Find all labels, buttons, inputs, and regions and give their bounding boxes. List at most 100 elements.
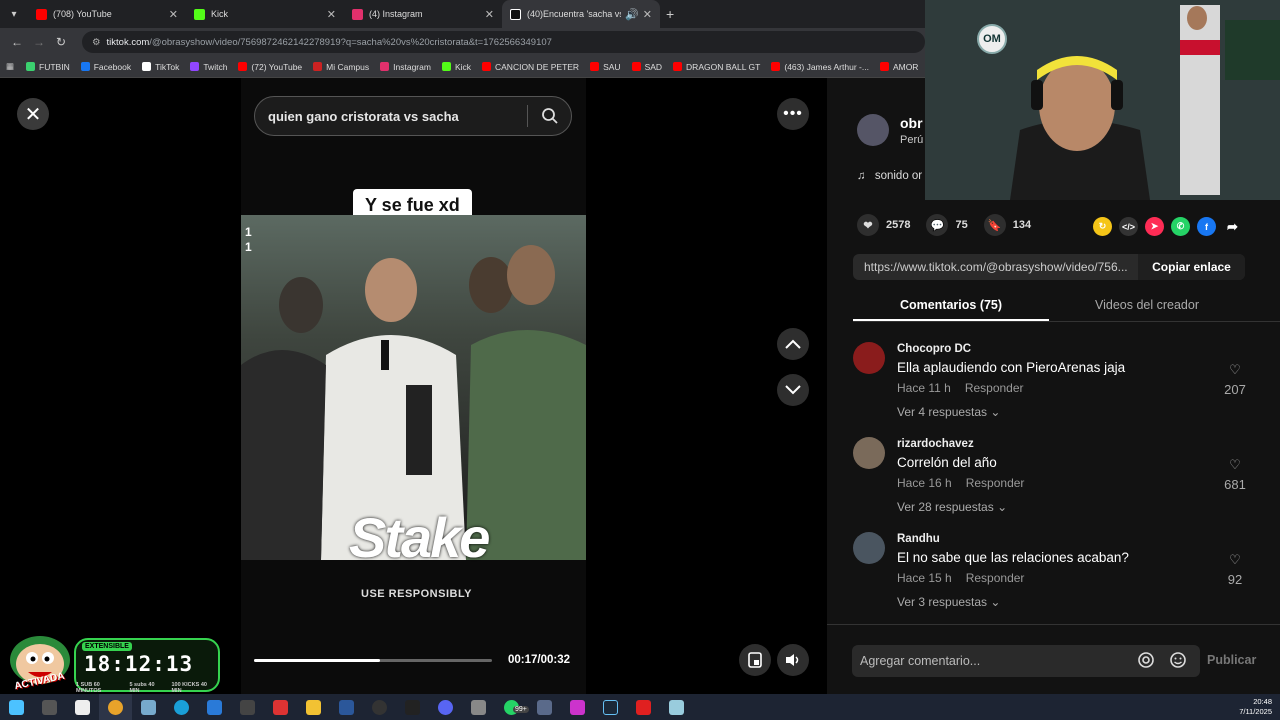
taskbar-app[interactable]	[594, 694, 627, 720]
bookmark-item[interactable]: Kick	[441, 62, 471, 72]
bookmark-item[interactable]: DRAGON BALL GT	[673, 62, 760, 72]
send-icon[interactable]: ➤	[1145, 217, 1164, 236]
taskbar-app[interactable]	[660, 694, 693, 720]
close-tab-icon[interactable]: ✕	[327, 8, 336, 21]
more-options-button[interactable]: •••	[777, 98, 809, 130]
reply-button[interactable]: Responder	[966, 571, 1025, 585]
system-clock[interactable]: 20:48 7/11/2025	[1239, 697, 1272, 717]
taskbar-app[interactable]	[297, 694, 330, 720]
url-input[interactable]: ⚙ tiktok.com/@obrasyshow/video/756987246…	[82, 31, 925, 53]
next-video-button[interactable]	[777, 374, 809, 406]
taskbar-app[interactable]	[330, 694, 363, 720]
overlay-badge: EXTENSIBLE	[82, 642, 132, 651]
search-input[interactable]: quien gano cristorata vs sacha	[254, 96, 572, 136]
apps-grid-icon[interactable]: ▦	[6, 61, 14, 72]
comment-like-button[interactable]: ♡ 92	[1215, 552, 1255, 587]
tab-creator-videos[interactable]: Videos del creador	[1049, 292, 1245, 321]
video-progress-bar[interactable]	[254, 659, 492, 662]
close-video-button[interactable]: ✕	[17, 98, 49, 130]
comment-like-button[interactable]: ♡ 207	[1215, 362, 1255, 397]
view-replies-button[interactable]: Ver 28 respuestas ⌄	[897, 500, 1007, 514]
bookmark-item[interactable]: AMOR	[879, 62, 918, 72]
tab-search-icon[interactable]: ▾	[0, 0, 28, 28]
bookmark-item[interactable]: CANCION DE PETER	[482, 62, 579, 72]
copy-link-button[interactable]: Copiar enlace	[1138, 254, 1245, 280]
volume-button[interactable]	[777, 644, 809, 676]
browser-tab-youtube[interactable]: (708) YouTube ✕	[28, 0, 186, 28]
browser-tab-kick[interactable]: Kick ✕	[186, 0, 344, 28]
tab-comments[interactable]: Comentarios (75)	[853, 292, 1049, 321]
taskbar-app[interactable]	[231, 694, 264, 720]
share-arrow-icon[interactable]: ➦	[1223, 217, 1242, 236]
commenter-avatar[interactable]	[853, 342, 885, 374]
bookmark-icon: 🔖	[983, 214, 1006, 236]
bookmark-item[interactable]: Instagram	[380, 62, 431, 72]
embed-icon[interactable]: </>	[1119, 217, 1138, 236]
floating-player-button[interactable]	[739, 644, 771, 676]
close-tab-icon[interactable]: ✕	[643, 8, 652, 21]
taskbar-app[interactable]	[396, 694, 429, 720]
taskbar-app[interactable]: 99+	[495, 694, 529, 720]
view-replies-button[interactable]: Ver 3 respuestas ⌄	[897, 595, 1000, 609]
bookmark-item[interactable]: (463) James Arthur -...	[771, 62, 869, 72]
taskbar-app[interactable]	[99, 694, 132, 720]
comment-button[interactable]: 💬 75	[926, 214, 968, 236]
commenter-avatar[interactable]	[853, 437, 885, 469]
bookmark-item[interactable]: TikTok	[142, 62, 179, 72]
start-button[interactable]	[0, 694, 33, 720]
close-tab-icon[interactable]: ✕	[169, 8, 178, 21]
commenter-name[interactable]: Chocopro DC	[897, 343, 971, 355]
speaker-icon[interactable]: 🔊	[625, 8, 639, 21]
creator-avatar[interactable]	[857, 114, 889, 146]
reply-button[interactable]: Responder	[965, 381, 1024, 395]
close-tab-icon[interactable]: ✕	[485, 8, 494, 21]
taskbar-app[interactable]	[165, 694, 198, 720]
browser-tab-tiktok[interactable]: (40)Encuentra 'sacha vs cri 🔊 ✕	[502, 0, 660, 28]
taskbar-app[interactable]	[561, 694, 594, 720]
previous-video-button[interactable]	[777, 328, 809, 360]
search-icon[interactable]	[541, 107, 559, 128]
bookmark-item[interactable]: SAU	[590, 62, 621, 72]
reply-button[interactable]: Responder	[966, 476, 1025, 490]
back-icon[interactable]: ←	[6, 35, 28, 49]
bookmark-item[interactable]: (72) YouTube	[238, 62, 302, 72]
like-button[interactable]: ❤ 2578	[857, 214, 910, 236]
bookmark-item[interactable]: SAD	[631, 62, 662, 72]
whatsapp-icon[interactable]: ✆	[1171, 217, 1190, 236]
forward-icon[interactable]: →	[28, 35, 50, 49]
sound-link[interactable]: ♫ sonido or	[857, 170, 922, 182]
comment-like-button[interactable]: ♡ 681	[1215, 457, 1255, 492]
mention-icon[interactable]	[1137, 651, 1155, 672]
bookmark-item[interactable]: FUTBIN	[26, 62, 70, 72]
share-link-text[interactable]: https://www.tiktok.com/@obrasyshow/video…	[853, 260, 1138, 274]
taskbar-app[interactable]	[363, 694, 396, 720]
taskbar-app[interactable]	[462, 694, 495, 720]
reload-icon[interactable]: ↻	[50, 35, 72, 49]
video-player[interactable]: quien gano cristorata vs sacha Y se fue …	[241, 78, 586, 694]
publish-button[interactable]: Publicar	[1207, 653, 1256, 667]
save-button[interactable]: 🔖 134	[983, 214, 1031, 236]
facebook-icon[interactable]: f	[1197, 217, 1216, 236]
taskbar-app[interactable]	[198, 694, 231, 720]
taskbar-app[interactable]	[33, 694, 66, 720]
taskbar-app[interactable]	[66, 694, 99, 720]
bookmark-item[interactable]: Twitch	[190, 62, 227, 72]
commenter-avatar[interactable]	[853, 532, 885, 564]
emoji-icon[interactable]	[1169, 651, 1187, 672]
commenter-name[interactable]: Randhu	[897, 533, 940, 545]
bookmark-item[interactable]: Facebook	[80, 62, 131, 72]
view-replies-button[interactable]: Ver 4 respuestas ⌄	[897, 405, 1000, 419]
repost-icon[interactable]: ↻	[1093, 217, 1112, 236]
creator-name[interactable]: obr	[900, 115, 923, 131]
bookmark-item[interactable]: Mi Campus	[313, 62, 369, 72]
taskbar-app[interactable]	[429, 694, 462, 720]
browser-tab-instagram[interactable]: (4) Instagram ✕	[344, 0, 502, 28]
comment-input[interactable]: Agregar comentario...	[852, 645, 1200, 677]
site-info-icon[interactable]: ⚙	[92, 37, 101, 48]
commenter-name[interactable]: rizardochavez	[897, 438, 974, 450]
taskbar-app[interactable]	[264, 694, 297, 720]
new-tab-button[interactable]: +	[666, 6, 674, 22]
taskbar-app[interactable]	[528, 694, 561, 720]
taskbar-app[interactable]	[132, 694, 165, 720]
taskbar-app[interactable]	[627, 694, 660, 720]
